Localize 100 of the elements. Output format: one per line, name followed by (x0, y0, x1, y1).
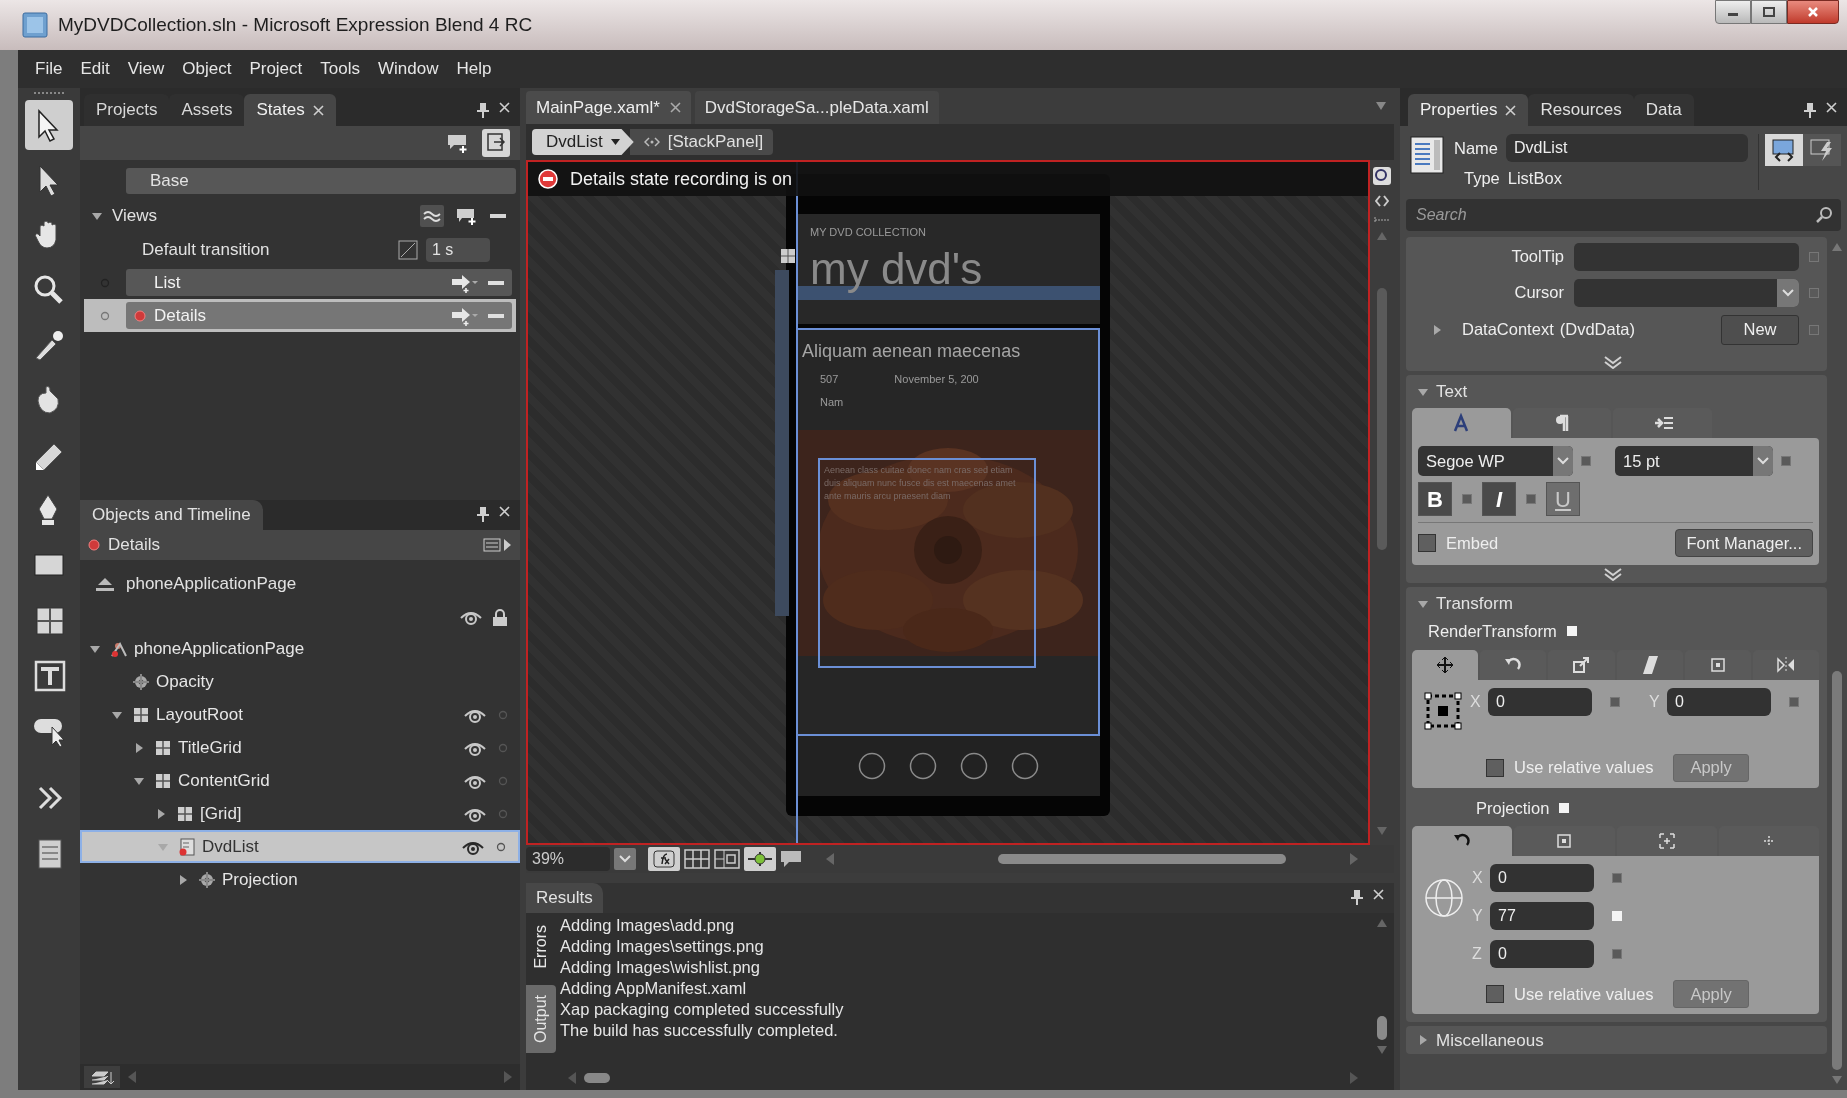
tree-item[interactable]: LayoutRoot (80, 698, 520, 731)
collapse-triangle-icon[interactable] (1418, 599, 1428, 609)
lock-dot-icon[interactable] (498, 775, 508, 786)
lock-dot-icon[interactable] (496, 841, 506, 852)
menu-item[interactable]: Edit (71, 56, 119, 82)
font-family-dropdown[interactable]: Segoe WP (1418, 446, 1573, 477)
tab-list-icon[interactable] (1376, 102, 1386, 110)
menu-item[interactable]: Tools (311, 56, 369, 82)
code-view-icon[interactable] (1372, 166, 1392, 186)
app-bar-button-icon[interactable] (857, 752, 886, 780)
close-icon[interactable] (669, 102, 681, 113)
tree-item[interactable]: phoneApplicationPage (80, 632, 520, 665)
menu-item[interactable]: Window (369, 56, 448, 82)
checkbox[interactable] (1486, 758, 1504, 777)
duration-field[interactable]: 1 s (426, 238, 490, 262)
expand-triangle-icon[interactable] (156, 808, 166, 819)
lock-dot-icon[interactable] (498, 742, 508, 753)
panel-tab[interactable]: States (244, 94, 336, 126)
pin-icon[interactable] (477, 506, 489, 522)
panel-tab[interactable]: Properties (1408, 94, 1529, 126)
document-tab[interactable]: MainPage.xaml* (526, 91, 691, 124)
tab[interactable] (1616, 826, 1717, 857)
maximize-button[interactable] (1751, 0, 1787, 24)
events-view-button[interactable] (1803, 134, 1841, 166)
tree-item[interactable]: DvdList (80, 830, 520, 863)
minimize-button[interactable] (1715, 0, 1751, 24)
expand-triangle-icon[interactable] (1418, 1035, 1428, 1046)
input-field[interactable]: 0 (1490, 940, 1594, 969)
property-marker[interactable] (1526, 494, 1536, 505)
font-style-toggle[interactable]: I (1482, 482, 1516, 517)
pin-icon[interactable] (477, 102, 489, 118)
panel-tab[interactable]: Objects and Timeline (80, 500, 263, 530)
panel-tab[interactable]: Assets (169, 94, 245, 126)
tree-item[interactable]: ContentGrid (80, 764, 520, 797)
layers-sort-icon[interactable] (90, 1068, 114, 1086)
state-item[interactable]: List (126, 269, 512, 296)
expand-triangle-icon[interactable] (1432, 324, 1442, 335)
collapse-triangle-icon[interactable] (112, 709, 122, 720)
property-marker[interactable] (1610, 696, 1620, 707)
search-icon[interactable] (1815, 205, 1833, 224)
base-state[interactable]: Base (126, 168, 516, 194)
scope-up-icon[interactable] (94, 576, 116, 592)
input-field[interactable]: 0 (1667, 687, 1771, 716)
properties-view-button[interactable] (1765, 134, 1803, 166)
property-marker[interactable] (1809, 251, 1819, 262)
collapse-triangle-icon[interactable] (134, 775, 144, 786)
eye-icon[interactable] (460, 609, 482, 625)
vertical-scrollbar-thumb[interactable] (1377, 1016, 1387, 1040)
collapse-triangle-icon[interactable] (1418, 386, 1428, 397)
search-field[interactable]: Search (1416, 202, 1467, 227)
tree-item[interactable]: TitleGrid (80, 731, 520, 764)
tree-item[interactable]: Projection (80, 863, 520, 896)
timeline-toggle-icon[interactable] (482, 536, 512, 554)
add-transition-icon[interactable] (450, 305, 478, 326)
side-tab[interactable]: Output (526, 985, 556, 1053)
property-marker[interactable] (1581, 456, 1591, 467)
panel-tab[interactable]: Data (1633, 94, 1694, 126)
menu-item[interactable]: View (118, 56, 174, 82)
add-transition-icon[interactable] (450, 272, 478, 293)
collapse-triangle-icon[interactable] (92, 211, 102, 221)
input-field[interactable]: 0 (1490, 864, 1594, 893)
close-icon[interactable] (499, 506, 510, 517)
tab[interactable] (1548, 649, 1615, 680)
property-marker[interactable] (1612, 949, 1622, 960)
close-icon[interactable] (1373, 889, 1384, 900)
split-view-icon[interactable] (1375, 194, 1389, 208)
tab[interactable] (1684, 649, 1751, 680)
breadcrumb-item[interactable]: DvdList (532, 129, 634, 155)
menu-item[interactable]: Object (173, 56, 241, 82)
close-icon[interactable] (499, 102, 510, 113)
pin-icon[interactable] (1804, 102, 1816, 118)
tab[interactable] (1616, 649, 1683, 680)
expand-triangle-icon[interactable] (178, 874, 188, 885)
tab[interactable] (1613, 408, 1712, 439)
tab[interactable] (1412, 408, 1511, 439)
close-icon[interactable] (1505, 104, 1517, 116)
panel-tab[interactable]: Projects (84, 94, 170, 126)
state-item[interactable]: Details (126, 302, 512, 329)
app-bar-button-icon[interactable] (908, 752, 937, 780)
checkbox[interactable] (1418, 534, 1436, 553)
menu-item[interactable]: File (26, 56, 72, 82)
new-button[interactable]: New (1721, 314, 1799, 345)
property-marker[interactable] (1559, 802, 1570, 813)
checkbox[interactable] (1486, 985, 1504, 1004)
zoom-field[interactable]: 39% (526, 847, 610, 871)
vertical-scrollbar-thumb[interactable] (1377, 288, 1387, 550)
remove-icon[interactable] (488, 313, 504, 318)
collapse-triangle-icon[interactable] (90, 643, 100, 654)
font-manager-button[interactable]: Font Manager... (1675, 529, 1813, 558)
input-field[interactable]: DvdList (1506, 134, 1748, 162)
close-icon[interactable] (312, 104, 324, 116)
property-marker[interactable] (1612, 911, 1622, 922)
add-state-icon[interactable] (456, 207, 478, 225)
menu-item[interactable]: Project (240, 56, 312, 82)
font-style-toggle[interactable]: B (1418, 482, 1452, 517)
grid-adorner-icon[interactable] (780, 248, 796, 264)
expand-triangle-icon[interactable] (134, 742, 144, 753)
annotation-icon[interactable] (780, 850, 802, 868)
cursor-dropdown[interactable] (1574, 278, 1799, 307)
menu-item[interactable]: Help (447, 56, 501, 82)
